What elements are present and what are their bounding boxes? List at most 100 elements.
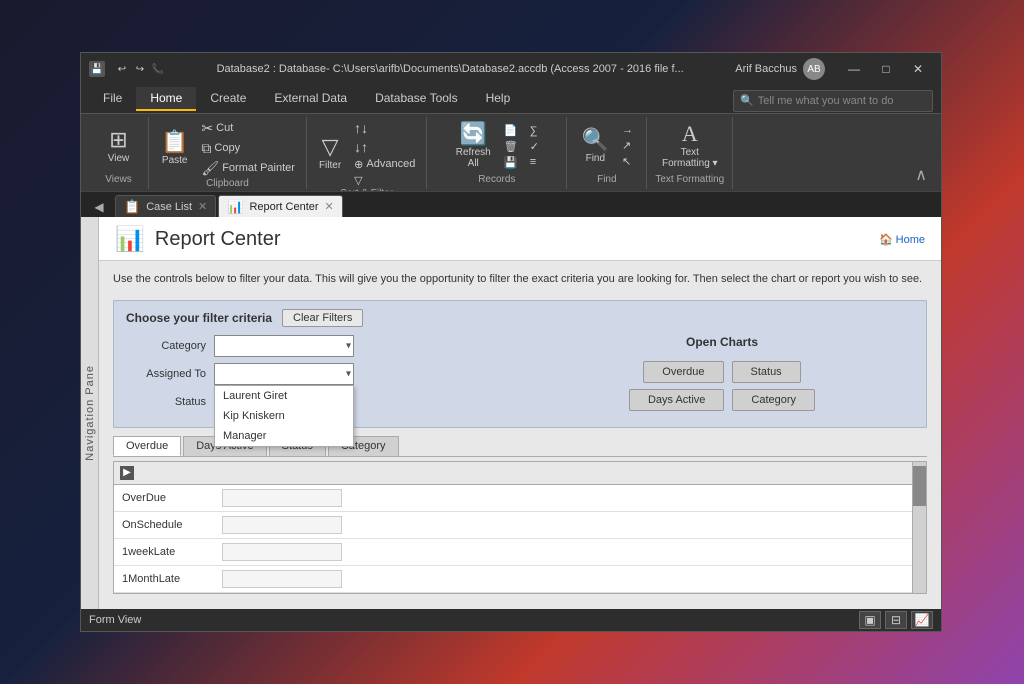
save-button[interactable]: 📞 — [151, 62, 165, 76]
data-tab-overdue[interactable]: Overdue — [113, 436, 181, 456]
maximize-button[interactable]: □ — [871, 57, 901, 81]
spelling-button[interactable]: ✓ — [527, 139, 542, 154]
format-painter-button[interactable]: 🖌 Format Painter — [198, 159, 298, 178]
minimize-button[interactable]: — — [839, 57, 869, 81]
text-formatting-label: TextFormatting ▾ — [662, 147, 718, 169]
find-label: Find — [586, 153, 605, 164]
ascending-button[interactable]: ↑↓ — [351, 119, 418, 137]
goto-button[interactable]: ↗ — [619, 138, 636, 153]
status-icon-form[interactable]: ▣ — [859, 611, 881, 629]
cut-button[interactable]: ✂ Cut — [198, 119, 298, 138]
report-center-close[interactable]: ✕ — [325, 200, 334, 213]
expand-button[interactable]: ▶ — [120, 466, 134, 480]
onschedule-input[interactable] — [222, 516, 342, 534]
redo-button[interactable]: ↪ — [133, 62, 147, 76]
find-button[interactable]: 🔍 Find — [578, 127, 613, 166]
tab-case-list[interactable]: 📋 Case List ✕ — [115, 195, 216, 217]
delete-icon: 🗑 — [504, 140, 518, 153]
status-icons: ▣ ⊟ 📈 — [859, 611, 933, 629]
views-group-label: Views — [105, 174, 132, 187]
filter-button[interactable]: ▽ Filter — [315, 134, 345, 173]
advanced-label: Advanced — [366, 158, 415, 170]
advanced-button[interactable]: ⊕ Advanced — [351, 157, 418, 172]
tab-database-tools[interactable]: Database Tools — [361, 87, 472, 111]
paste-label: Paste — [162, 155, 188, 166]
1weeklate-input[interactable] — [222, 543, 342, 561]
assigned-select[interactable] — [214, 363, 354, 385]
1monthlate-input[interactable] — [222, 570, 342, 588]
category-chart-button[interactable]: Category — [732, 389, 815, 411]
tab-file[interactable]: File — [89, 87, 136, 111]
toggle-filter-icon: ▽ — [354, 174, 362, 187]
search-bar[interactable]: 🔍 Tell me what you want to do — [733, 90, 933, 112]
ribbon-content: ⊞ View Views 📋 Paste ✂ Cut — [81, 113, 941, 191]
nav-toggle-button[interactable]: ◀ — [89, 197, 109, 217]
clear-filters-button[interactable]: Clear Filters — [282, 309, 363, 327]
undo-button[interactable]: ↩ — [115, 62, 129, 76]
report-header-icon: 📊 — [115, 225, 145, 254]
new-record-button[interactable]: 📄 — [501, 123, 521, 138]
category-select-wrapper — [214, 335, 354, 357]
save-record-button[interactable]: 💾 — [501, 155, 521, 170]
dropdown-item-laurent[interactable]: Laurent Giret — [215, 386, 353, 406]
report-center-icon: 📊 — [227, 199, 243, 215]
views-items: ⊞ View — [104, 119, 134, 174]
assigned-label: Assigned To — [126, 368, 206, 380]
status-icon-layout[interactable]: 📈 — [911, 611, 933, 629]
tab-external-data[interactable]: External Data — [260, 87, 361, 111]
filter-fields: Category Assigned To — [126, 335, 510, 419]
category-label: Category — [126, 340, 206, 352]
ribbon-group-text-formatting: A TextFormatting ▾ Text Formatting — [647, 117, 733, 189]
descending-button[interactable]: ↓↑ — [351, 138, 418, 156]
totals-button[interactable]: ∑ — [527, 124, 542, 138]
descending-icon: ↓↑ — [354, 139, 368, 155]
overdue-input[interactable] — [222, 489, 342, 507]
case-list-close[interactable]: ✕ — [198, 200, 207, 213]
close-button[interactable]: ✕ — [903, 57, 933, 81]
toggle-filter-button[interactable]: ▽ — [351, 173, 418, 188]
ribbon-collapse-button[interactable]: ∧ — [909, 163, 933, 187]
status-bar: Form View ▣ ⊟ 📈 — [81, 609, 941, 631]
copy-button[interactable]: ⧉ Copy — [198, 139, 298, 158]
overdue-chart-button[interactable]: Overdue — [643, 361, 723, 383]
select-icon: ↖ — [622, 155, 631, 168]
status-chart-button[interactable]: Status — [732, 361, 801, 383]
sort-filter-items: ▽ Filter ↑↓ ↓↑ ⊕ Advanced — [315, 119, 418, 188]
filter-icon: ▽ — [322, 136, 339, 158]
data-row-1monthlate: 1MonthLate — [114, 566, 926, 593]
filter-section: Choose your filter criteria Clear Filter… — [113, 300, 927, 428]
paste-button[interactable]: 📋 Paste — [157, 129, 192, 168]
category-select[interactable] — [214, 335, 354, 357]
report-header: 📊 Report Center 🏠 Home — [99, 217, 941, 261]
filter-row-category: Category — [126, 335, 510, 357]
status-icon-datasheet[interactable]: ⊟ — [885, 611, 907, 629]
dropdown-item-kip[interactable]: Kip Kniskern — [215, 406, 353, 426]
tab-create[interactable]: Create — [196, 87, 260, 111]
home-link[interactable]: 🏠 Home — [879, 233, 925, 246]
select-button[interactable]: ↖ — [619, 154, 636, 169]
view-label: View — [108, 153, 130, 164]
ribbon-group-records: 🔄 RefreshAll 📄 🗑 💾 — [427, 117, 567, 189]
navigation-pane[interactable]: Navigation Pane — [81, 217, 99, 609]
tab-help[interactable]: Help — [472, 87, 525, 111]
replace-button[interactable]: → — [619, 123, 636, 137]
more-button[interactable]: ≡ — [527, 155, 542, 169]
paste-icon: 📋 — [161, 131, 188, 153]
tab-report-center[interactable]: 📊 Report Center ✕ — [218, 195, 343, 217]
view-icon: ⊞ — [109, 129, 127, 151]
records-small: 📄 🗑 💾 — [501, 123, 521, 170]
quick-access-toolbar: ↩ ↪ 📞 — [115, 62, 165, 76]
text-formatting-button[interactable]: A TextFormatting ▾ — [658, 121, 722, 171]
status-text: Form View — [89, 614, 141, 626]
delete-button[interactable]: 🗑 — [501, 139, 521, 154]
report-body: Use the controls below to filter your da… — [99, 261, 941, 609]
scrollbar[interactable] — [912, 462, 926, 593]
spelling-icon: ✓ — [530, 140, 539, 153]
tab-home[interactable]: Home — [136, 87, 196, 111]
dropdown-item-manager[interactable]: Manager — [215, 426, 353, 446]
ribbon-group-clipboard: 📋 Paste ✂ Cut ⧉ Copy 🖌 — [149, 117, 307, 189]
refresh-icon: 🔄 — [460, 123, 487, 145]
days-active-chart-button[interactable]: Days Active — [629, 389, 724, 411]
refresh-all-button[interactable]: 🔄 RefreshAll — [452, 121, 495, 171]
view-button[interactable]: ⊞ View — [104, 127, 134, 166]
